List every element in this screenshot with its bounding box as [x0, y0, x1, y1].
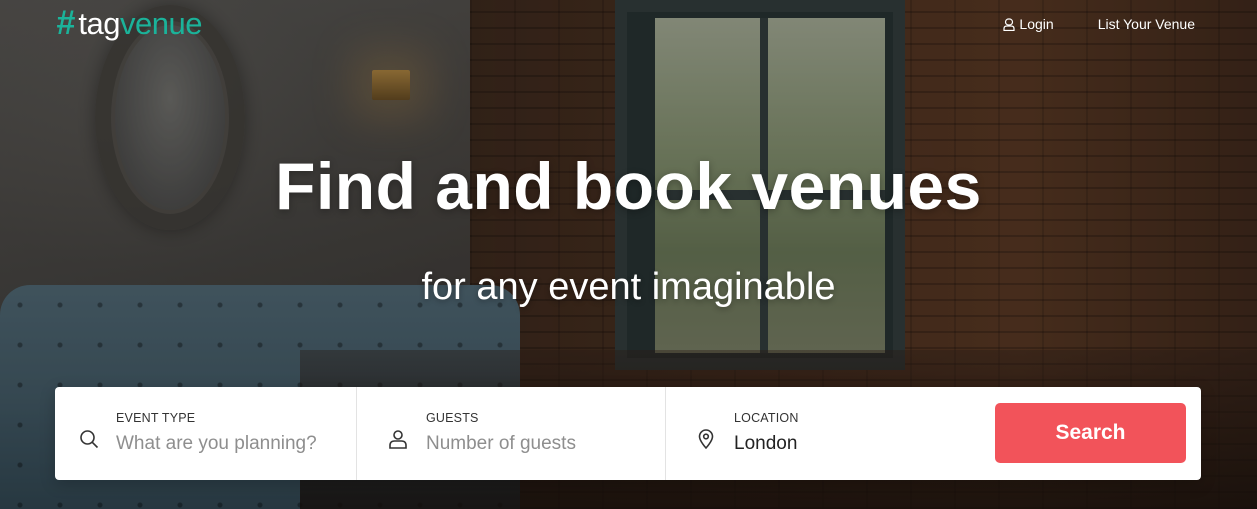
hero-subline: for any event imaginable — [421, 266, 836, 308]
user-icon — [389, 430, 407, 449]
guests-input[interactable] — [426, 432, 646, 455]
event-type-label: EVENT TYPE — [116, 410, 196, 425]
event-type-input[interactable] — [116, 432, 336, 455]
logo-venue: venue — [120, 6, 202, 41]
map-pin-icon — [698, 429, 714, 449]
search-icon — [80, 430, 99, 449]
login-label: Login — [1019, 16, 1054, 32]
logo-hash: # — [56, 4, 75, 42]
list-venue-label: List Your Venue — [1097, 16, 1195, 32]
guests-label: GUESTS — [426, 410, 479, 425]
guests-field[interactable]: GUESTS — [356, 387, 665, 480]
login-link[interactable]: Login — [1003, 16, 1054, 32]
event-type-field[interactable]: EVENT TYPE — [55, 387, 356, 480]
search-button[interactable]: Search — [995, 403, 1186, 463]
list-your-venue-link[interactable]: List Your Venue — [1098, 16, 1195, 32]
location-input[interactable] — [734, 432, 954, 455]
venue-search-bar: EVENT TYPE GUESTS LOCATION Search — [55, 387, 1201, 480]
location-label: LOCATION — [734, 410, 799, 425]
user-icon — [1003, 17, 1016, 31]
location-field[interactable]: LOCATION — [665, 387, 995, 480]
top-nav: Login List Your Venue — [1003, 16, 1195, 32]
logo-tag: tag — [78, 6, 121, 41]
hero-headline: Find and book venues — [275, 149, 982, 223]
tagvenue-logo[interactable]: # tag venue — [56, 4, 202, 43]
